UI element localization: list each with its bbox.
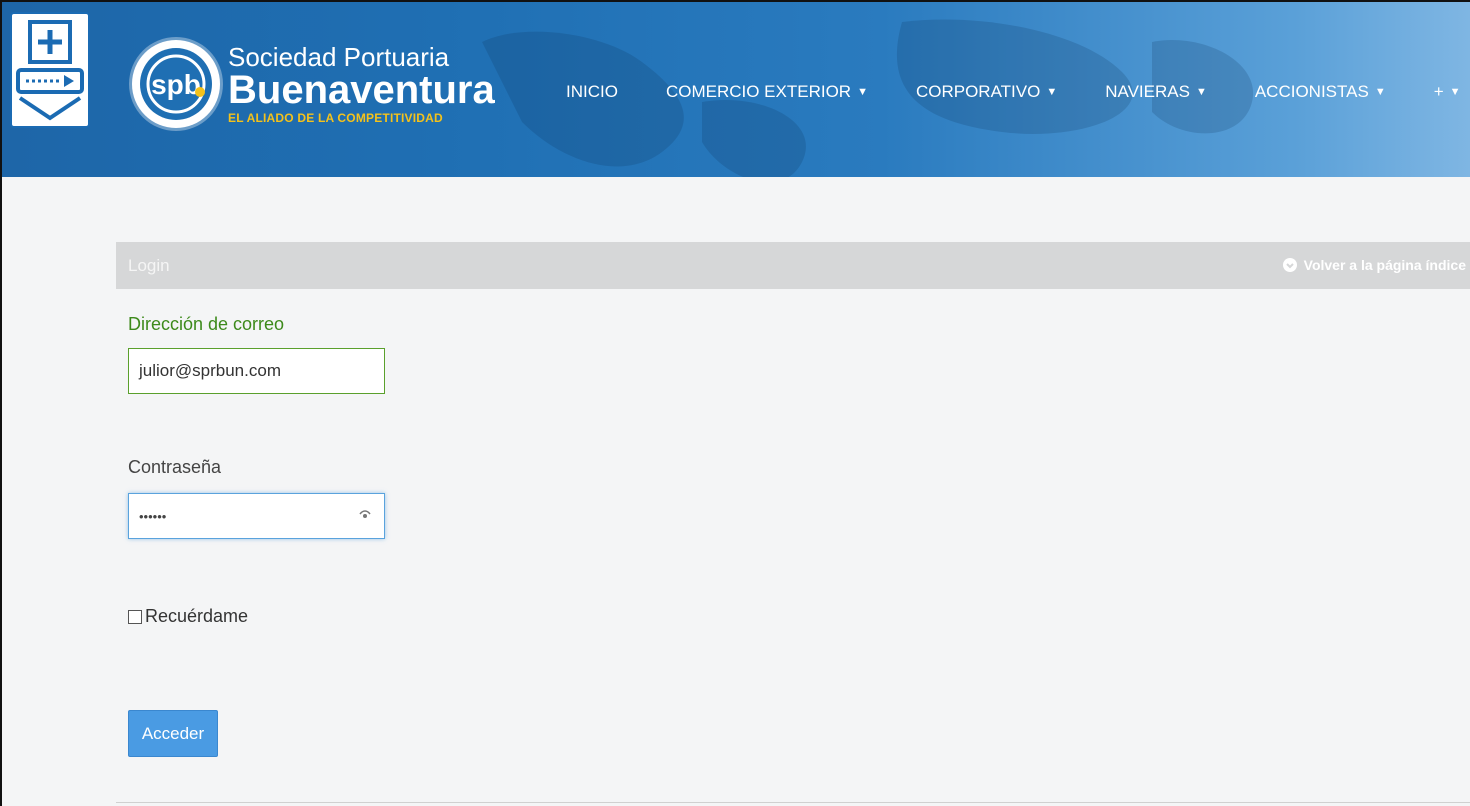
remember-me-checkbox[interactable]: Recuérdame [128, 606, 248, 627]
remember-label: Recuérdame [145, 606, 249, 626]
nav-item-navieras[interactable]: NAVIERAS ▼ [1105, 82, 1207, 102]
company-logo[interactable]: spb Sociedad Portuaria Buenaventura EL A… [132, 40, 495, 128]
password-input[interactable]: •••••• [128, 493, 385, 539]
checkbox-box[interactable] [128, 609, 142, 624]
caret-down-icon: ▼ [1195, 86, 1207, 98]
key-icon[interactable] [358, 508, 372, 522]
logo-name-line2: Buenaventura [228, 68, 495, 112]
password-label: Contraseña [128, 457, 222, 477]
caret-down-icon: ▼ [1046, 86, 1058, 98]
email-label: Dirección de correo [128, 314, 285, 334]
nav-item-more[interactable]: + ▼ [1434, 82, 1461, 102]
password-value: •••••• [139, 508, 167, 524]
app-badge-icon[interactable] [10, 12, 90, 128]
site-header: spb Sociedad Portuaria Buenaventura EL A… [2, 2, 1470, 177]
nav-item-inicio[interactable]: INICIO [566, 82, 618, 102]
panel-bottom-divider [116, 802, 1470, 803]
main-nav: INICIO COMERCIO EXTERIOR ▼ CORPORATIVO ▼ N… [566, 82, 1470, 102]
logo-tagline: EL ALIADO DE LA COMPETITIVIDAD [228, 111, 443, 125]
email-input[interactable]: julior@sprbun.com [128, 348, 385, 394]
logo-monogram: spb [151, 69, 201, 100]
login-submit-button[interactable]: Acceder [128, 710, 218, 757]
caret-down-icon: ▼ [1374, 86, 1386, 98]
spb-logo-icon: spb [132, 40, 220, 128]
nav-item-corporativo[interactable]: CORPORATIVO ▼ [916, 82, 1057, 102]
nav-item-comercio-exterior[interactable]: COMERCIO EXTERIOR ▼ [666, 82, 868, 102]
nav-item-accionistas[interactable]: ACCIONISTAS ▼ [1255, 82, 1386, 102]
email-value: julior@sprbun.com [139, 361, 281, 380]
logo-name-line1: Sociedad Portuaria [228, 42, 450, 72]
back-to-index-link[interactable]: Volver a la página índice [1282, 257, 1466, 273]
login-panel-header: Login Volver a la página índice [116, 242, 1470, 289]
chevron-circle-icon [1282, 258, 1297, 272]
caret-down-icon: ▼ [857, 86, 868, 98]
caret-down-icon: ▼ [1449, 86, 1461, 98]
panel-title: Login [128, 256, 170, 275]
